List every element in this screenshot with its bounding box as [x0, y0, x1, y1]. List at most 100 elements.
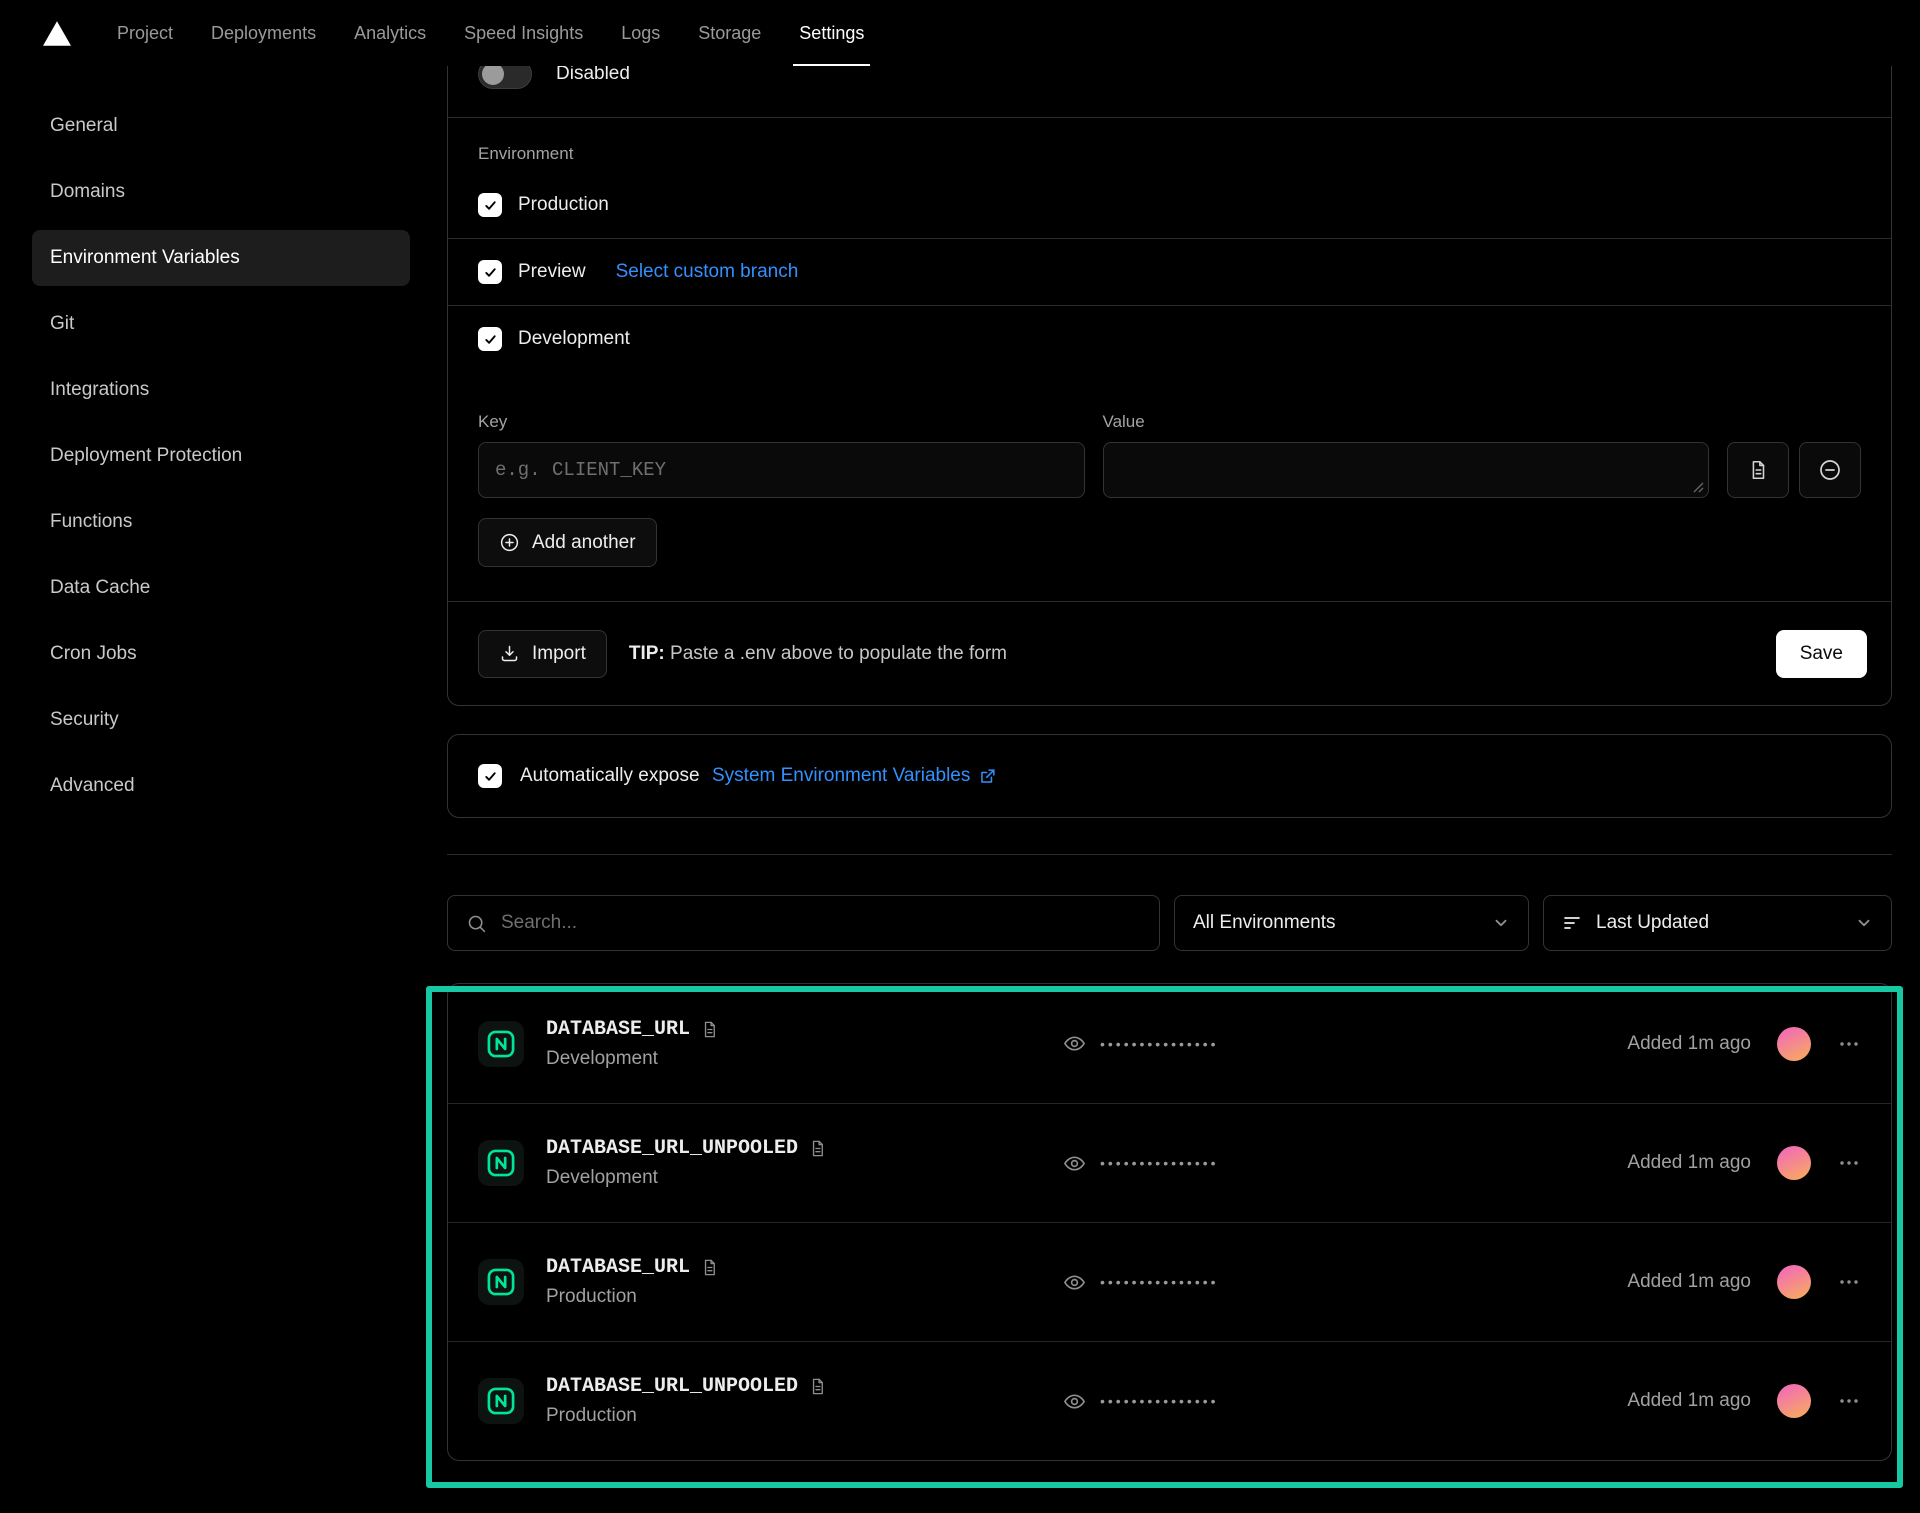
nav-tab-project[interactable]: Project	[117, 0, 173, 66]
system-env-variables-link[interactable]: System Environment Variables	[712, 765, 997, 787]
disabled-label: Disabled	[556, 63, 630, 85]
neon-icon	[478, 1140, 524, 1186]
eye-icon[interactable]	[1063, 1032, 1086, 1055]
masked-value: •••••••••••••••	[1100, 1036, 1219, 1052]
sidebar-item-domains[interactable]: Domains	[32, 164, 410, 220]
external-link-icon	[978, 767, 997, 786]
env-var-environment: Production	[546, 1405, 827, 1427]
nav-tab-settings[interactable]: Settings	[799, 0, 864, 66]
avatar	[1777, 1027, 1811, 1061]
sidebar-item-functions[interactable]: Functions	[32, 494, 410, 550]
page: Project Deployments Analytics Speed Insi…	[0, 0, 1920, 1513]
env-var-environment: Development	[546, 1048, 719, 1070]
sidebar-item-git[interactable]: Git	[32, 296, 410, 352]
row-menu-button[interactable]	[1837, 1270, 1861, 1294]
env-var-row: DATABASE_URL Production ••••••••••••••• …	[448, 1222, 1891, 1341]
sidebar-item-data-cache[interactable]: Data Cache	[32, 560, 410, 616]
added-timestamp: Added 1m ago	[1627, 1271, 1751, 1293]
env-var-name: DATABASE_URL_UNPOOLED	[546, 1137, 798, 1160]
eye-icon[interactable]	[1063, 1271, 1086, 1294]
search-icon	[466, 913, 487, 934]
masked-value: •••••••••••••••	[1100, 1393, 1219, 1409]
nav-tab-speed-insights[interactable]: Speed Insights	[464, 0, 583, 66]
import-label: Import	[532, 643, 586, 665]
environment-row-production: Production	[448, 172, 1891, 238]
sort-select[interactable]: Last Updated	[1543, 895, 1892, 951]
system-env-card: Automatically expose System Environment …	[447, 734, 1892, 818]
add-another-button[interactable]: Add another	[478, 518, 657, 567]
paste-env-button[interactable]	[1727, 442, 1789, 498]
eye-icon[interactable]	[1063, 1390, 1086, 1413]
neon-icon	[478, 1259, 524, 1305]
note-icon[interactable]	[700, 1258, 719, 1277]
masked-value: •••••••••••••••	[1100, 1274, 1219, 1290]
env-var-environment: Production	[546, 1286, 719, 1308]
form-footer: Import TIP: Paste a .env above to popula…	[448, 601, 1891, 705]
env-var-row: DATABASE_URL Development •••••••••••••••…	[448, 984, 1891, 1103]
search-box	[447, 895, 1160, 951]
vercel-logo-icon[interactable]	[43, 18, 77, 48]
development-checkbox[interactable]	[478, 327, 502, 351]
filters-row: All Environments Last Updated	[447, 895, 1892, 951]
env-var-form-card: Disabled Environment Production Preview	[447, 30, 1892, 706]
env-vars-table: DATABASE_URL Development •••••••••••••••…	[447, 983, 1892, 1461]
key-value-section: Key Value	[448, 372, 1891, 601]
select-custom-branch-link[interactable]: Select custom branch	[616, 261, 799, 283]
sidebar-item-deployment-protection[interactable]: Deployment Protection	[32, 428, 410, 484]
toggle-knob	[482, 63, 504, 85]
row-menu-button[interactable]	[1837, 1151, 1861, 1175]
development-label: Development	[518, 328, 630, 350]
save-button[interactable]: Save	[1776, 630, 1867, 678]
neon-icon	[478, 1021, 524, 1067]
value-input[interactable]	[1103, 442, 1710, 498]
env-var-environment: Development	[546, 1167, 827, 1189]
production-label: Production	[518, 194, 609, 216]
added-timestamp: Added 1m ago	[1627, 1390, 1751, 1412]
value-label: Value	[1103, 412, 1710, 432]
main-content: Disabled Environment Production Preview	[447, 66, 1892, 1461]
environment-section: Environment Production Preview Select cu…	[448, 118, 1891, 372]
row-menu-button[interactable]	[1837, 1032, 1861, 1056]
download-icon	[499, 643, 520, 664]
env-var-name: DATABASE_URL	[546, 1018, 690, 1041]
sidebar-item-advanced[interactable]: Advanced	[32, 758, 410, 814]
environment-row-preview: Preview Select custom branch	[448, 239, 1891, 305]
note-icon[interactable]	[808, 1377, 827, 1396]
nav-tab-storage[interactable]: Storage	[698, 0, 761, 66]
preview-checkbox[interactable]	[478, 260, 502, 284]
note-icon[interactable]	[700, 1020, 719, 1039]
tip-text: TIP: Paste a .env above to populate the …	[629, 643, 1007, 665]
resize-handle-icon[interactable]	[1693, 482, 1704, 493]
nav-tab-logs[interactable]: Logs	[621, 0, 660, 66]
production-checkbox[interactable]	[478, 193, 502, 217]
import-button[interactable]: Import	[478, 630, 607, 678]
eye-icon[interactable]	[1063, 1152, 1086, 1175]
chevron-down-icon	[1492, 914, 1510, 932]
added-timestamp: Added 1m ago	[1627, 1152, 1751, 1174]
sidebar-item-general[interactable]: General	[32, 98, 410, 154]
avatar	[1777, 1146, 1811, 1180]
remove-row-button[interactable]	[1799, 442, 1861, 498]
key-label: Key	[478, 412, 1085, 432]
sort-icon	[1562, 913, 1582, 933]
env-var-name: DATABASE_URL_UNPOOLED	[546, 1375, 798, 1398]
tip-label: TIP:	[629, 643, 665, 664]
settings-sidebar: General Domains Environment Variables Gi…	[32, 66, 410, 824]
sidebar-item-environment-variables[interactable]: Environment Variables	[32, 230, 410, 286]
row-menu-button[interactable]	[1837, 1389, 1861, 1413]
top-nav: Project Deployments Analytics Speed Insi…	[0, 0, 1920, 66]
nav-tab-deployments[interactable]: Deployments	[211, 0, 316, 66]
search-input[interactable]	[501, 912, 1141, 934]
environment-row-development: Development	[448, 306, 1891, 372]
environment-filter-select[interactable]: All Environments	[1174, 895, 1529, 951]
env-var-name: DATABASE_URL	[546, 1256, 690, 1279]
note-icon[interactable]	[808, 1139, 827, 1158]
sidebar-item-cron-jobs[interactable]: Cron Jobs	[32, 626, 410, 682]
added-timestamp: Added 1m ago	[1627, 1033, 1751, 1055]
system-env-checkbox[interactable]	[478, 764, 502, 788]
nav-tab-analytics[interactable]: Analytics	[354, 0, 426, 66]
sidebar-item-security[interactable]: Security	[32, 692, 410, 748]
key-input[interactable]	[478, 442, 1085, 498]
neon-icon	[478, 1378, 524, 1424]
sidebar-item-integrations[interactable]: Integrations	[32, 362, 410, 418]
